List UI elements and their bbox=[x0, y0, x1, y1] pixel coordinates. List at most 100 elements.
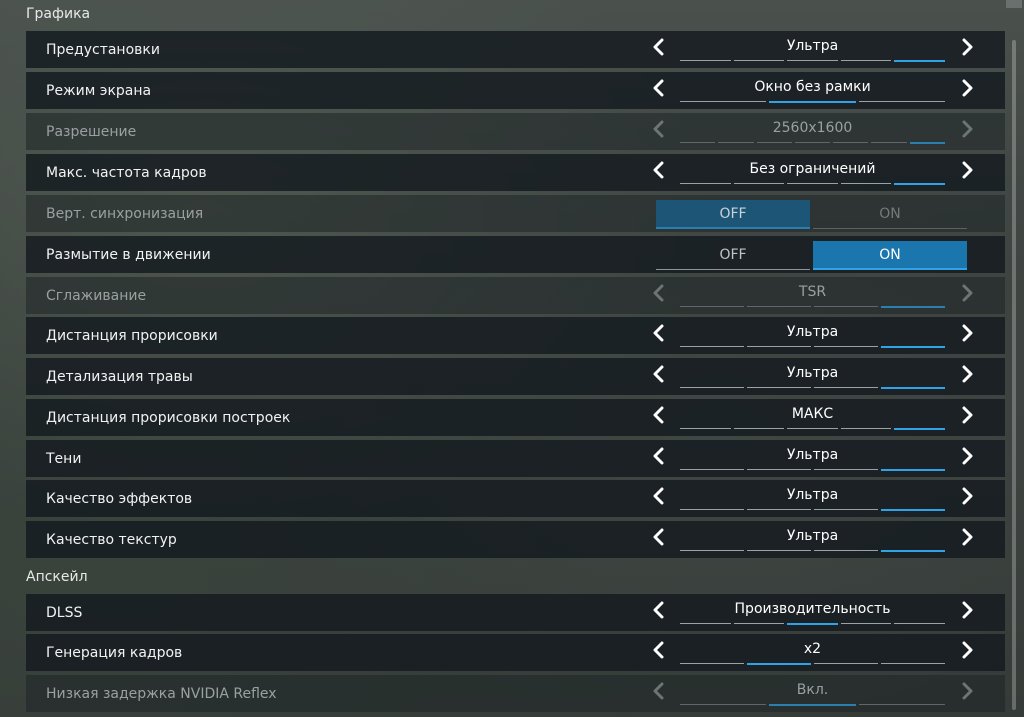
next-option-button[interactable] bbox=[956, 601, 978, 623]
option-selector[interactable]: Ультра bbox=[680, 358, 945, 395]
prev-option-button[interactable] bbox=[648, 38, 670, 60]
prev-option-button[interactable] bbox=[648, 365, 670, 387]
setting-row[interactable]: Генерация кадров x2 bbox=[26, 634, 1005, 671]
indicator-segment-active bbox=[881, 550, 945, 552]
next-option-button[interactable] bbox=[956, 528, 978, 550]
indicator-segment bbox=[858, 704, 945, 705]
indicator-segment bbox=[794, 142, 831, 143]
chevron-right-icon bbox=[960, 38, 974, 60]
setting-row[interactable]: DLSS Производительность bbox=[26, 594, 1005, 631]
option-indicator bbox=[680, 60, 945, 62]
option-selector[interactable]: МАКС bbox=[680, 399, 945, 436]
setting-row: Сглаживание TSR bbox=[26, 277, 1005, 314]
prev-option-button[interactable] bbox=[648, 601, 670, 623]
selector-value: Без ограничений bbox=[749, 161, 876, 177]
chevron-right-icon bbox=[960, 406, 974, 428]
indicator-segment bbox=[680, 469, 744, 470]
option-indicator bbox=[680, 346, 945, 348]
setting-row[interactable]: Качество текстур Ультра bbox=[26, 521, 1005, 558]
toggle-off-option[interactable]: OFF bbox=[656, 241, 810, 270]
toggle-off-option: OFF bbox=[656, 200, 810, 229]
indicator-segment-active bbox=[881, 387, 945, 389]
option-selector[interactable]: Производительность bbox=[680, 594, 945, 631]
prev-option-button[interactable] bbox=[648, 528, 670, 550]
option-selector[interactable]: Ультра bbox=[680, 31, 945, 68]
indicator-segment bbox=[718, 142, 754, 143]
setting-row[interactable]: Размытие в движении OFF ON bbox=[26, 236, 1005, 273]
option-selector[interactable]: Ультра bbox=[680, 521, 945, 558]
indicator-segment bbox=[680, 550, 744, 551]
prev-option-button[interactable] bbox=[648, 79, 670, 101]
option-selector[interactable]: Ультра bbox=[680, 480, 945, 517]
chevron-right-icon bbox=[960, 284, 974, 306]
option-indicator bbox=[680, 101, 945, 103]
next-option-button[interactable] bbox=[956, 161, 978, 183]
option-selector: 2560x1600 bbox=[680, 113, 945, 150]
setting-row[interactable]: Макс. частота кадров Без ограничений bbox=[26, 154, 1005, 191]
indicator-segment-active bbox=[769, 101, 856, 103]
setting-label: Дистанция прорисовки построек bbox=[46, 409, 291, 426]
next-option-button[interactable] bbox=[956, 447, 978, 469]
chevron-left-icon bbox=[652, 365, 666, 387]
toggle-on-option[interactable]: ON bbox=[813, 241, 967, 270]
scrollbar[interactable] bbox=[1012, 40, 1016, 710]
indicator-segment-active bbox=[881, 509, 945, 511]
prev-option-button[interactable] bbox=[648, 641, 670, 663]
next-option-button[interactable] bbox=[956, 79, 978, 101]
indicator-segment bbox=[787, 183, 838, 184]
indicator-segment bbox=[894, 623, 945, 624]
section-title-upscale: Апскейл bbox=[26, 569, 88, 585]
option-selector: TSR bbox=[680, 277, 945, 314]
prev-option-button[interactable] bbox=[648, 406, 670, 428]
setting-row[interactable]: Дистанция прорисовки построек МАКС bbox=[26, 399, 1005, 436]
indicator-segment bbox=[680, 346, 744, 347]
setting-row[interactable]: Детализация травы Ультра bbox=[26, 358, 1005, 395]
setting-row[interactable]: Режим экрана Окно без рамки bbox=[26, 72, 1005, 109]
prev-option-button[interactable] bbox=[648, 324, 670, 346]
chevron-left-icon bbox=[652, 284, 666, 306]
prev-option-button[interactable] bbox=[648, 447, 670, 469]
option-selector[interactable]: Ультра bbox=[680, 317, 945, 354]
chevron-left-icon bbox=[652, 324, 666, 346]
next-option-button[interactable] bbox=[956, 641, 978, 663]
next-option-button[interactable] bbox=[956, 487, 978, 509]
setting-label: Сглаживание bbox=[46, 287, 147, 304]
option-selector[interactable]: x2 bbox=[680, 634, 945, 671]
setting-row: Разрешение 2560x1600 bbox=[26, 113, 1005, 150]
option-indicator bbox=[680, 428, 945, 430]
selector-value: x2 bbox=[803, 641, 822, 657]
setting-row[interactable]: Тени Ультра bbox=[26, 440, 1005, 477]
section-title-graphics: Графика bbox=[26, 6, 91, 22]
scrollbar-thumb[interactable] bbox=[1006, 0, 1022, 8]
next-option-button[interactable] bbox=[956, 406, 978, 428]
indicator-segment bbox=[733, 60, 785, 61]
option-indicator bbox=[680, 306, 945, 308]
next-option-button bbox=[956, 284, 978, 306]
option-selector[interactable]: Без ограничений bbox=[680, 154, 945, 191]
indicator-segment-active bbox=[894, 428, 945, 430]
indicator-segment bbox=[680, 142, 716, 143]
indicator-segment bbox=[747, 387, 811, 388]
chevron-left-icon bbox=[652, 601, 666, 623]
setting-row: Верт. синхронизация OFF ON bbox=[26, 195, 1005, 232]
chevron-left-icon bbox=[652, 120, 666, 142]
setting-row[interactable]: Дистанция прорисовки Ультра bbox=[26, 317, 1005, 354]
indicator-segment-active bbox=[894, 60, 945, 62]
indicator-segment bbox=[680, 387, 744, 388]
indicator-segment bbox=[680, 428, 731, 429]
next-option-button[interactable] bbox=[956, 38, 978, 60]
option-selector[interactable]: Ультра bbox=[680, 440, 945, 477]
setting-row[interactable]: Качество эффектов Ультра bbox=[26, 480, 1005, 517]
indicator-segment bbox=[858, 101, 945, 102]
prev-option-button[interactable] bbox=[648, 487, 670, 509]
next-option-button[interactable] bbox=[956, 324, 978, 346]
setting-label: Верт. синхронизация bbox=[46, 205, 204, 222]
prev-option-button[interactable] bbox=[648, 161, 670, 183]
selector-value: Ультра bbox=[786, 365, 839, 381]
setting-row[interactable]: Предустановки Ультра bbox=[26, 31, 1005, 68]
option-selector[interactable]: Окно без рамки bbox=[680, 72, 945, 109]
option-indicator bbox=[680, 623, 945, 625]
indicator-segment bbox=[814, 469, 878, 470]
option-indicator bbox=[680, 387, 945, 389]
next-option-button[interactable] bbox=[956, 365, 978, 387]
